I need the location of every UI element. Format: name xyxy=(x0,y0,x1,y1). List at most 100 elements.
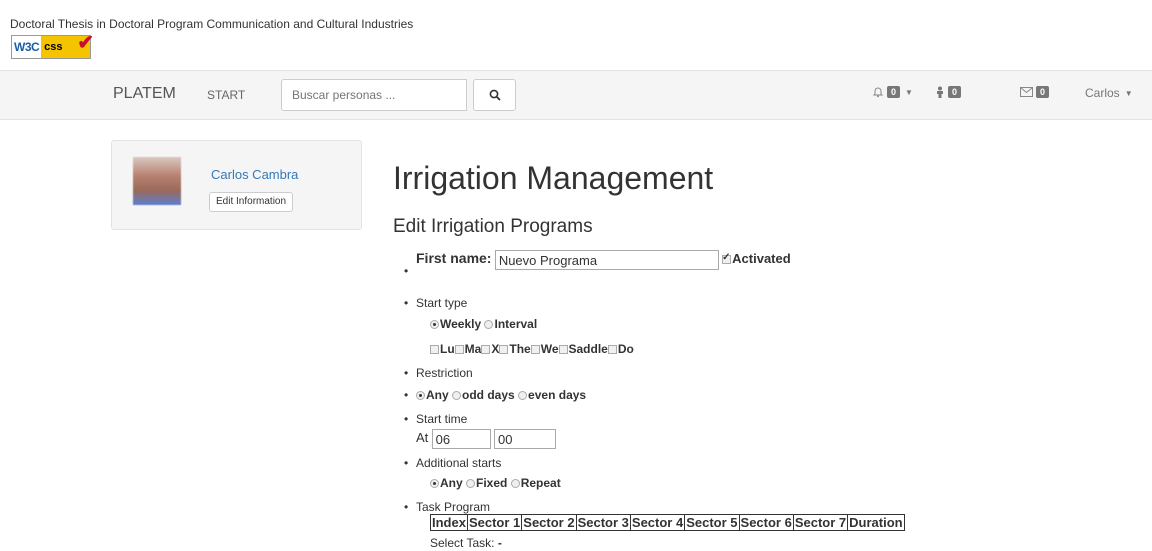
start-type-label-row: • Start type xyxy=(404,296,468,310)
restriction-label-row: • Restriction xyxy=(404,366,473,380)
day-checkbox-lu[interactable] xyxy=(430,345,439,354)
select-task-value[interactable]: - xyxy=(498,536,502,550)
column-header: Sector 2 xyxy=(521,514,577,531)
day-checkbox-do[interactable] xyxy=(607,345,617,354)
day-checkbox-the[interactable] xyxy=(499,345,509,354)
weekly-radio[interactable] xyxy=(430,320,439,329)
messages[interactable]: 0 xyxy=(1020,86,1050,98)
restriction-odd-radio[interactable] xyxy=(452,391,462,400)
task-program-label-row: • Task Program xyxy=(404,500,491,514)
start-type-label: Start type xyxy=(416,296,468,310)
first-name-input[interactable] xyxy=(494,250,719,270)
start-type-options: Weekly Interval xyxy=(430,317,537,331)
additional-fixed-label: Fixed xyxy=(476,476,508,490)
column-header: Sector 3 xyxy=(575,514,631,531)
column-header: Sector 6 xyxy=(738,514,794,531)
day-label: X xyxy=(491,342,500,356)
restriction-odd-label: odd days xyxy=(462,388,515,402)
day-checkbox-ma[interactable] xyxy=(454,345,464,354)
list-bullet: • xyxy=(404,500,409,514)
envelope-icon xyxy=(1020,87,1033,97)
start-time-label-row: • Start time xyxy=(404,412,467,426)
additional-any-radio[interactable] xyxy=(430,479,439,488)
restriction-label: Restriction xyxy=(416,366,473,380)
page-subtitle: Edit Irrigation Programs xyxy=(393,216,593,237)
list-bullet: • xyxy=(404,264,409,278)
user-menu[interactable]: Carlos ▼ xyxy=(1085,86,1133,100)
day-checkbox-we[interactable] xyxy=(530,345,540,354)
friend-requests[interactable]: 0 xyxy=(935,86,962,98)
column-header: Sector 1 xyxy=(466,514,523,531)
column-header: Duration xyxy=(847,514,905,531)
interval-radio[interactable] xyxy=(484,320,494,329)
day-checkbox-saddle[interactable] xyxy=(558,345,568,354)
edit-information-button[interactable]: Edit Information xyxy=(209,192,294,212)
days-row: Lu Ma X The We Saddle Do xyxy=(430,342,634,356)
navbar: PLATEM START 0 ▼ 0 0 Carlos ▼ xyxy=(0,70,1152,120)
nav-start-link[interactable]: START xyxy=(207,88,245,102)
notifications-badge: 0 xyxy=(887,86,901,98)
restriction-even-radio[interactable] xyxy=(518,391,528,400)
day-label: Do xyxy=(617,342,634,356)
chevron-down-icon: ▼ xyxy=(1124,88,1133,98)
restriction-even-label: even days xyxy=(528,388,587,402)
table-header-row: Index Sector 1 Sector 2 Sector 3 Sector … xyxy=(430,514,905,531)
day-label: Ma xyxy=(464,342,482,356)
search-input[interactable] xyxy=(281,79,467,111)
list-bullet: • xyxy=(404,366,409,380)
select-task-row: Select Task: - xyxy=(430,536,502,550)
chevron-down-icon: ▼ xyxy=(905,87,913,97)
requests-badge: 0 xyxy=(948,86,962,98)
task-program-table-wrap: Index Sector 1 Sector 2 Sector 3 Sector … xyxy=(430,514,905,531)
additional-repeat-label: Repeat xyxy=(520,476,561,490)
additional-starts-options: Any Fixed Repeat xyxy=(430,476,561,490)
at-label: At xyxy=(416,430,429,446)
task-program-label: Task Program xyxy=(416,500,491,514)
profile-name-link[interactable]: Carlos Cambra xyxy=(211,167,298,182)
page-title: Irrigation Management xyxy=(393,160,714,196)
person-icon xyxy=(937,86,943,98)
restriction-any-label: Any xyxy=(426,388,449,402)
list-bullet: • xyxy=(404,296,409,310)
column-header: Sector 4 xyxy=(629,514,686,531)
thesis-header-text: Doctoral Thesis in Doctoral Program Comm… xyxy=(10,17,414,31)
column-header: Sector 5 xyxy=(684,514,740,531)
day-label: Saddle xyxy=(568,342,608,356)
column-header: Sector 7 xyxy=(792,514,849,531)
bell-icon xyxy=(872,87,884,98)
restriction-any-radio[interactable] xyxy=(416,391,425,400)
hour-input[interactable] xyxy=(431,429,491,449)
w3c-css-badge[interactable]: W3C css ✔ xyxy=(11,32,94,59)
list-bullet: • xyxy=(404,456,409,470)
select-task-label: Select Task: xyxy=(430,536,495,550)
w3c-logo-text: W3C xyxy=(12,36,42,58)
additional-starts-label-row: • Additional starts xyxy=(404,456,502,470)
minute-input[interactable] xyxy=(493,429,556,449)
avatar[interactable] xyxy=(133,157,181,205)
weekly-label: Weekly xyxy=(440,317,482,331)
search-button[interactable] xyxy=(473,79,516,111)
day-label: The xyxy=(509,342,531,356)
additional-repeat-radio[interactable] xyxy=(510,479,520,488)
activated-checkbox[interactable] xyxy=(722,252,732,265)
additional-starts-label: Additional starts xyxy=(416,456,502,470)
additional-fixed-radio[interactable] xyxy=(466,479,476,488)
notifications-dropdown[interactable]: 0 ▼ xyxy=(872,86,913,98)
first-name-label: First name: xyxy=(416,250,492,267)
checkmark-icon: ✔ xyxy=(77,32,94,54)
first-name-row: • First name: Activated xyxy=(404,250,791,278)
additional-any-label: Any xyxy=(440,476,463,490)
day-label: We xyxy=(540,342,559,356)
list-bullet: • xyxy=(404,388,409,402)
activated-label: Activated xyxy=(732,251,791,267)
user-name: Carlos xyxy=(1085,86,1120,100)
restriction-options: • Any odd days even days xyxy=(404,388,587,402)
messages-badge: 0 xyxy=(1036,86,1050,98)
list-bullet: • xyxy=(404,412,409,426)
day-checkbox-x[interactable] xyxy=(481,345,491,354)
day-label: Lu xyxy=(440,342,455,356)
brand-link[interactable]: PLATEM xyxy=(113,85,176,103)
column-header: Index xyxy=(430,514,468,531)
task-program-table: Index Sector 1 Sector 2 Sector 3 Sector … xyxy=(430,514,905,531)
search-icon xyxy=(489,89,501,101)
